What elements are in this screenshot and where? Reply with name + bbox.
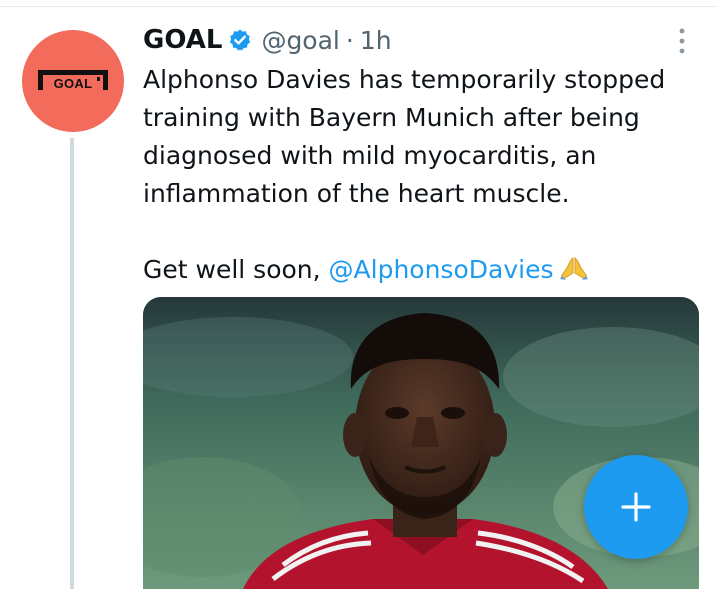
goal-logo-text: GOAL bbox=[54, 76, 93, 91]
tweet-text-line: diagnosed with mild myocarditis, an bbox=[143, 141, 597, 170]
top-divider bbox=[0, 6, 717, 7]
separator-dot: · bbox=[345, 25, 354, 55]
more-vertical-icon[interactable] bbox=[675, 26, 689, 56]
verified-badge-icon bbox=[228, 28, 252, 52]
tweet-container: GOAL GOAL @goal · 1h Alphonso Davies has… bbox=[0, 0, 717, 589]
thread-line bbox=[70, 138, 74, 589]
timestamp[interactable]: 1h bbox=[360, 26, 392, 55]
display-name[interactable]: GOAL bbox=[143, 25, 222, 55]
folded-hands-icon bbox=[559, 254, 589, 280]
goal-logo: GOAL bbox=[36, 68, 110, 92]
tweet-text-line: training with Bayern Munich after being bbox=[143, 103, 640, 132]
tweet-text-line: Alphonso Davies has temporarily stopped bbox=[143, 65, 666, 94]
tweet-text-line: inflammation of the heart muscle. bbox=[143, 179, 570, 208]
closing-text: Get well soon, bbox=[143, 255, 329, 284]
mention-link[interactable]: @AlphonsoDavies bbox=[329, 255, 554, 284]
avatar[interactable]: GOAL bbox=[22, 30, 124, 132]
plus-icon bbox=[621, 492, 651, 522]
tweet-closing-line: Get well soon, @AlphonsoDavies bbox=[143, 251, 703, 289]
tweet-header: GOAL @goal · 1h bbox=[143, 20, 392, 60]
tweet-text: Alphonso Davies has temporarily stopped … bbox=[143, 61, 703, 289]
compose-tweet-button[interactable] bbox=[584, 455, 688, 559]
user-handle[interactable]: @goal bbox=[261, 26, 339, 55]
